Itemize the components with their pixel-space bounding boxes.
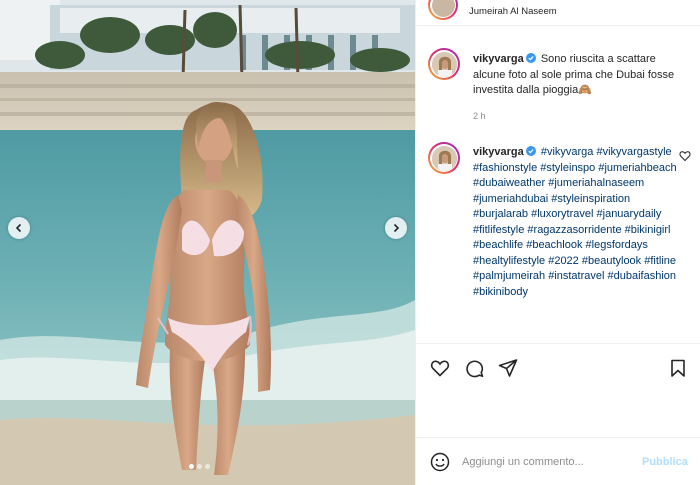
hashtag-comment: vikyvarga #vikyvarga #vikyvargastyle #fa… xyxy=(473,145,678,300)
chevron-left-icon xyxy=(15,223,22,233)
beach-photo xyxy=(0,0,415,485)
previous-photo-button[interactable] xyxy=(8,217,30,239)
add-comment-bar: Pubblica xyxy=(416,437,700,485)
next-photo-button[interactable] xyxy=(385,217,407,239)
instagram-post-view: Jumeirah Al Naseem vikyvarga Sono riusci… xyxy=(0,0,700,485)
carousel-dot xyxy=(197,464,202,469)
post-details-panel: Jumeirah Al Naseem vikyvarga Sono riusci… xyxy=(415,0,700,485)
caption-username[interactable]: vikyvarga xyxy=(473,53,524,65)
chevron-right-icon xyxy=(393,223,400,233)
post-caption: vikyvarga Sono riuscita a scattare alcun… xyxy=(473,52,688,99)
heart-icon[interactable] xyxy=(430,358,450,378)
post-actions xyxy=(416,343,700,391)
post-photo[interactable] xyxy=(0,0,415,485)
share-icon[interactable] xyxy=(498,358,518,378)
comment-avatar[interactable] xyxy=(428,142,460,174)
bookmark-icon[interactable] xyxy=(668,358,688,378)
post-header: Jumeirah Al Naseem xyxy=(416,0,700,26)
publish-button[interactable]: Pubblica xyxy=(642,456,688,468)
carousel-dot xyxy=(189,464,194,469)
location-link[interactable]: Jumeirah Al Naseem xyxy=(469,6,557,17)
comment-username[interactable]: vikyvarga xyxy=(473,146,524,158)
verified-badge-icon xyxy=(525,146,536,156)
emoji-icon[interactable] xyxy=(430,452,450,472)
avatar-image xyxy=(431,145,457,171)
header-avatar[interactable] xyxy=(428,0,458,20)
avatar-image xyxy=(431,0,455,17)
carousel-dot xyxy=(205,464,210,469)
comment-icon[interactable] xyxy=(464,358,484,378)
caption-avatar[interactable] xyxy=(428,48,460,80)
like-comment-heart-icon[interactable] xyxy=(679,150,691,162)
verified-badge-icon xyxy=(525,53,536,63)
avatar-image xyxy=(431,51,457,77)
post-timestamp[interactable]: 2 h xyxy=(473,111,486,121)
hashtag-list[interactable]: #vikyvarga #vikyvargastyle #fashionstyle… xyxy=(473,146,677,298)
comment-input[interactable] xyxy=(462,452,632,472)
carousel-indicator xyxy=(189,464,210,469)
